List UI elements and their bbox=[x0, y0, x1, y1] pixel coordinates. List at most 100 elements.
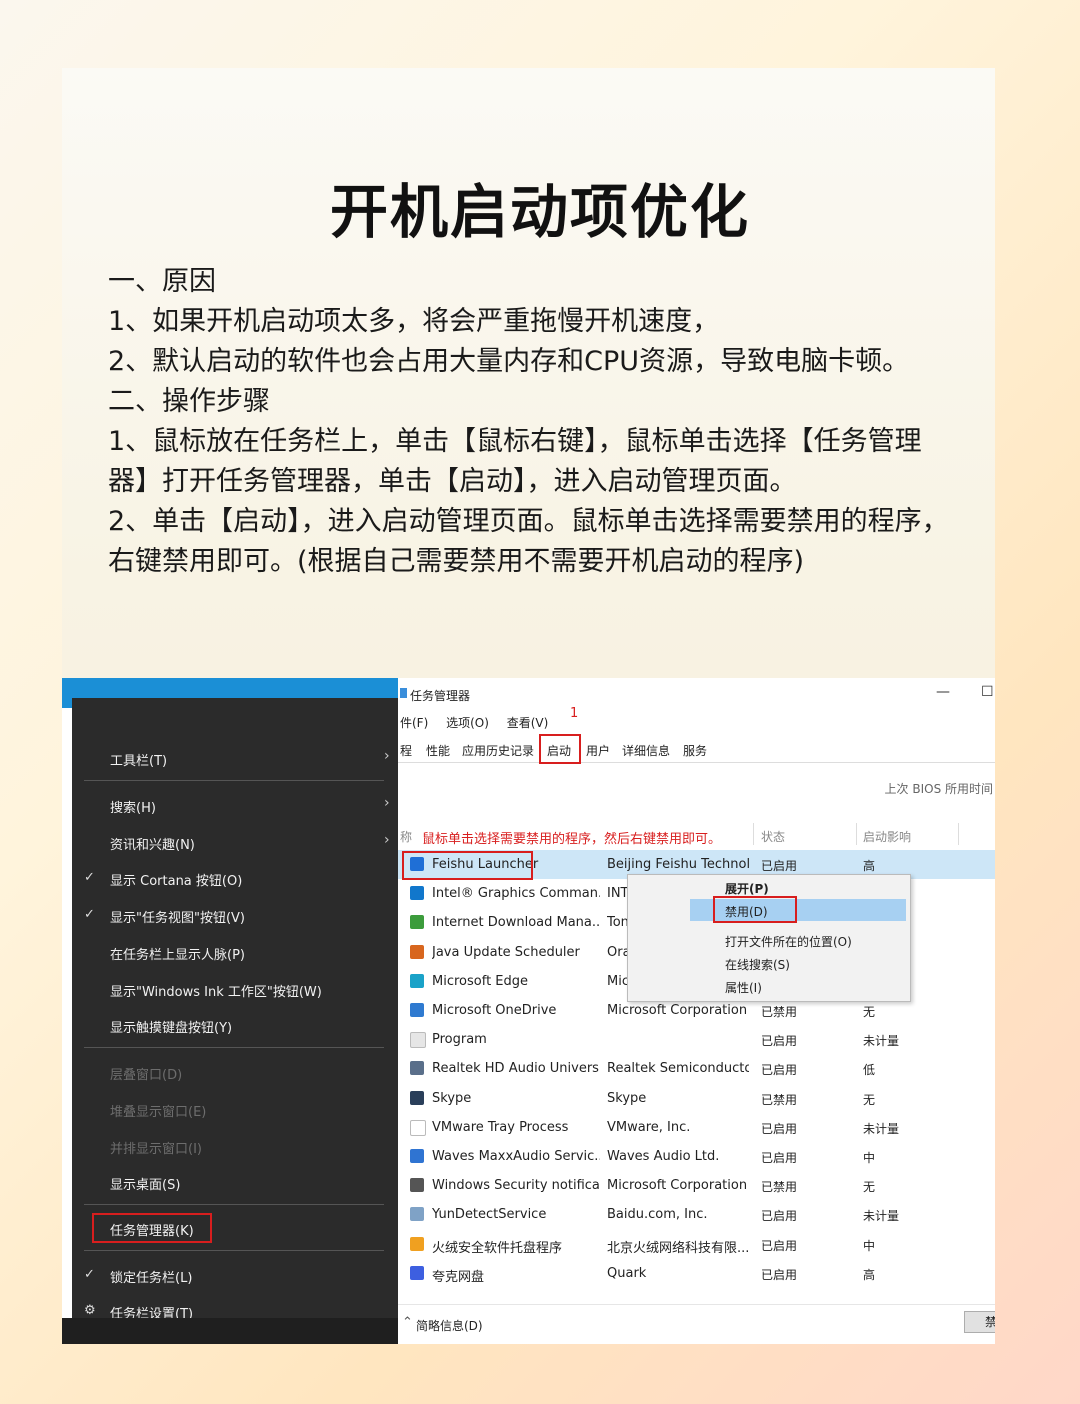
menu-divider bbox=[84, 1047, 384, 1048]
app-name: Realtek HD Audio Univers... bbox=[432, 1061, 600, 1077]
impact-cell: 中 bbox=[863, 1238, 876, 1253]
menu-item-people[interactable]: 在任务栏上显示人脉(P) bbox=[110, 944, 245, 963]
app-icon bbox=[410, 1090, 424, 1105]
app-icon bbox=[410, 973, 424, 988]
table-row[interactable]: Realtek HD Audio Univers... Realtek Semic… bbox=[398, 1054, 995, 1083]
impact-cell: 低 bbox=[863, 1063, 876, 1078]
menu-divider bbox=[84, 780, 384, 781]
menu-item-side-by-side: 并排显示窗口(I) bbox=[110, 1142, 202, 1157]
tab-app-history[interactable]: 应用历史记录 bbox=[462, 742, 534, 759]
table-row[interactable]: Program 已启用 未计量 bbox=[398, 1025, 995, 1054]
chevron-right-icon: › bbox=[384, 832, 390, 848]
disable-button[interactable]: 禁 bbox=[964, 1311, 995, 1333]
status-cell: 已启用 bbox=[761, 1151, 798, 1165]
menu-item-search-online[interactable]: 在线搜索(S) bbox=[725, 956, 790, 973]
menu-item-expand[interactable]: 展开(P) bbox=[725, 880, 769, 897]
tab-users[interactable]: 用户 bbox=[586, 742, 610, 759]
impact-cell: 高 bbox=[863, 859, 876, 873]
publisher: VMware, Inc. bbox=[607, 1119, 691, 1135]
taskbar-context-menu: 工具栏(T) › 搜索(H) › 资讯和兴趣(N) › ✓ 显示 Cortana… bbox=[72, 698, 398, 1322]
app-name: Waves MaxxAudio Servic... bbox=[432, 1149, 600, 1164]
table-row[interactable]: Waves MaxxAudio Servic... Waves Audio Ltd… bbox=[398, 1142, 995, 1171]
menu-item-news[interactable]: 资讯和兴趣(N) bbox=[110, 834, 195, 853]
tab-details[interactable]: 详细信息 bbox=[622, 742, 670, 759]
chevron-up-icon[interactable]: ⌃ bbox=[402, 1315, 413, 1330]
menu-item-toolbars[interactable]: 工具栏(T) bbox=[110, 750, 167, 769]
tab-processes[interactable]: 程 bbox=[400, 742, 412, 759]
menu-item-task-view[interactable]: 显示"任务视图"按钮(V) bbox=[110, 907, 245, 926]
app-icon bbox=[410, 1003, 424, 1017]
table-row[interactable]: 火绒安全软件托盘程序 北京火绒网络科技有限... 已启用 中 bbox=[398, 1230, 995, 1259]
column-header-impact[interactable]: 启动影响 bbox=[863, 828, 911, 845]
impact-cell: 中 bbox=[863, 1151, 876, 1165]
app-name: Microsoft Edge bbox=[432, 973, 529, 989]
menu-item-properties[interactable]: 属性(I) bbox=[725, 979, 762, 996]
check-icon: ✓ bbox=[84, 1267, 95, 1282]
tab-performance[interactable]: 性能 bbox=[426, 742, 450, 759]
step-number: 1 bbox=[570, 706, 579, 721]
reason-2: 2、默认启动的软件也会占用大量内存和CPU资源，导致电脑卡顿。 bbox=[108, 346, 910, 377]
chevron-right-icon: › bbox=[384, 748, 390, 764]
menu-view[interactable]: 查看(V) bbox=[507, 716, 549, 730]
fewer-details-link[interactable]: 简略信息(D) bbox=[416, 1317, 483, 1334]
publisher: Microsoft Corporation bbox=[607, 1178, 748, 1194]
publisher: Beijing Feishu Technol... bbox=[607, 857, 749, 872]
menu-item-stack: 堆叠显示窗口(E) bbox=[110, 1105, 207, 1120]
publisher: Microsoft Corporation bbox=[607, 1003, 748, 1018]
step-2: 2、单击【启动】，进入启动管理页面。鼠标单击选择需要禁用的程序，右键禁用即可。(… bbox=[108, 506, 949, 577]
app-name: 夸克网盘 bbox=[432, 1269, 485, 1285]
menu-bar: 件(F) 选项(O) 查看(V) bbox=[400, 714, 562, 731]
menu-item-open-location[interactable]: 打开文件所在的位置(O) bbox=[725, 933, 852, 950]
app-icon bbox=[410, 1178, 424, 1193]
highlight-box bbox=[539, 734, 581, 764]
menu-item-cortana[interactable]: 显示 Cortana 按钮(O) bbox=[110, 870, 242, 889]
status-cell: 已禁用 bbox=[761, 1005, 798, 1019]
menu-item-lock-taskbar[interactable]: 锁定任务栏(L) bbox=[110, 1267, 192, 1286]
highlight-box bbox=[402, 851, 533, 880]
impact-cell: 未计量 bbox=[863, 1034, 900, 1049]
menu-item-touch-keyboard[interactable]: 显示触摸键盘按钮(Y) bbox=[110, 1017, 232, 1036]
last-bios-time: 上次 BIOS 所用时间 bbox=[884, 782, 993, 796]
maximize-button[interactable]: ☐ bbox=[981, 684, 994, 700]
impact-cell: 无 bbox=[863, 1180, 876, 1195]
app-name: Windows Security notifica... bbox=[432, 1178, 600, 1194]
menu-item-show-desktop[interactable]: 显示桌面(S) bbox=[110, 1174, 180, 1193]
menu-item-windows-ink[interactable]: 显示"Windows Ink 工作区"按钮(W) bbox=[110, 981, 322, 1000]
menu-file[interactable]: 件(F) bbox=[400, 716, 428, 730]
publisher: Waves Audio Ltd. bbox=[607, 1149, 720, 1164]
app-icon bbox=[410, 1032, 426, 1049]
app-name: Program bbox=[432, 1032, 487, 1048]
table-row[interactable]: Skype Skype 已禁用 无 bbox=[398, 1084, 995, 1113]
app-name: VMware Tray Process bbox=[432, 1119, 569, 1135]
menu-item-search[interactable]: 搜索(H) bbox=[110, 797, 156, 816]
table-row[interactable]: Windows Security notifica... Microsoft Co… bbox=[398, 1171, 995, 1200]
publisher: 北京火绒网络科技有限... bbox=[607, 1240, 749, 1256]
status-cell: 已启用 bbox=[761, 1267, 798, 1282]
status-cell: 已启用 bbox=[761, 1063, 798, 1078]
app-name: Java Update Scheduler bbox=[432, 944, 580, 960]
column-header-name[interactable]: 称 bbox=[400, 828, 412, 845]
screenshot-area: 工具栏(T) › 搜索(H) › 资讯和兴趣(N) › ✓ 显示 Cortana… bbox=[62, 678, 995, 1344]
table-row[interactable]: VMware Tray Process VMware, Inc. 已启用 未计量 bbox=[398, 1113, 995, 1142]
status-cell: 已禁用 bbox=[761, 1092, 798, 1107]
tab-bar: 程 性能 应用历史记录 启动 用户 详细信息 服务 bbox=[398, 734, 995, 764]
menu-divider bbox=[84, 1204, 384, 1205]
impact-cell: 未计量 bbox=[863, 1121, 900, 1136]
app-icon bbox=[410, 1061, 424, 1076]
table-row[interactable]: YunDetectService Baidu.com, Inc. 已启用 未计量 bbox=[398, 1200, 995, 1229]
column-header-status[interactable]: 状态 bbox=[761, 828, 785, 845]
app-icon bbox=[410, 1149, 424, 1163]
app-icon bbox=[410, 944, 424, 959]
menu-options[interactable]: 选项(O) bbox=[446, 716, 489, 730]
table-row[interactable]: 夸克网盘 Quark 已启用 高 bbox=[398, 1259, 995, 1288]
minimize-button[interactable]: — bbox=[936, 684, 950, 700]
app-icon bbox=[410, 915, 424, 930]
app-icon bbox=[410, 1265, 424, 1280]
menu-item-cascade: 层叠窗口(D) bbox=[110, 1068, 183, 1083]
tab-services[interactable]: 服务 bbox=[683, 742, 707, 759]
status-cell: 已启用 bbox=[761, 1209, 798, 1224]
menu-divider bbox=[84, 1250, 384, 1251]
publisher: Baidu.com, Inc. bbox=[607, 1207, 708, 1223]
gear-icon: ⚙ bbox=[84, 1303, 96, 1318]
step-1: 1、鼠标放在任务栏上，单击【鼠标右键】，鼠标单击选择【任务管理器】打开任务管理器… bbox=[108, 426, 922, 497]
